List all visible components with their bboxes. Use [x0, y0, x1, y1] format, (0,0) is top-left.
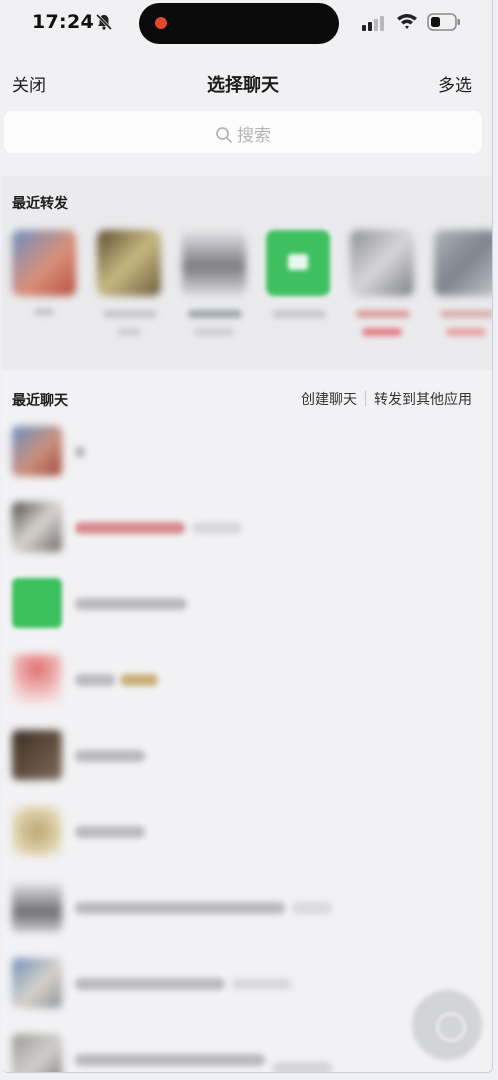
contact-name-blurred: [120, 674, 158, 686]
divider: [365, 391, 366, 407]
list-item[interactable]: [2, 566, 492, 642]
cellular-signal-icon: [362, 16, 384, 31]
recent-chats-section: 最近聊天 创建聊天 转发到其他应用: [2, 372, 492, 1072]
recent-forward-item[interactable]: [264, 230, 334, 360]
contact-name-blurred: [75, 826, 145, 838]
contact-name-blurred: [272, 310, 326, 318]
recording-indicator-icon: [155, 17, 167, 29]
contact-name-blurred: [75, 598, 187, 610]
dynamic-island: [139, 3, 339, 44]
recent-chats-title: 最近聊天: [12, 393, 68, 409]
forward-to-other-apps-link[interactable]: 转发到其他应用: [374, 392, 472, 408]
avatar: [350, 230, 414, 296]
avatar: [434, 230, 492, 296]
contact-name-blurred: [192, 522, 242, 534]
contact-name-blurred: [75, 446, 85, 458]
file-transfer-icon: [288, 254, 308, 270]
recent-forward-item[interactable]: [180, 230, 250, 360]
contact-name-blurred: [75, 978, 225, 990]
avatar: [12, 426, 62, 476]
recent-forward-section: 最近转发: [2, 176, 492, 370]
multi-select-button[interactable]: 多选: [438, 71, 472, 96]
share-sheet-screen: 17:24 关闭 选择聊天 多选 搜索 最近转发 最近聊天 创建聊天 转发到其他…: [2, 0, 493, 1073]
avatar: [12, 806, 62, 856]
avatar: [12, 578, 62, 628]
status-time: 17:24: [32, 11, 94, 33]
list-item[interactable]: [2, 794, 492, 870]
contact-name-blurred: [34, 308, 54, 316]
avatar: [12, 1034, 62, 1072]
floating-button-icon: [436, 1012, 466, 1042]
bell-slash-icon: [95, 13, 113, 31]
chat-header-actions: 创建聊天 转发到其他应用: [301, 389, 472, 409]
avatar: [12, 958, 62, 1008]
battery-icon: [427, 13, 460, 31]
list-item[interactable]: [2, 642, 492, 718]
contact-name-blurred: [356, 310, 410, 318]
contact-name-blurred: [75, 674, 115, 686]
page-title: 选择聊天: [207, 75, 279, 96]
recent-forward-item[interactable]: [95, 230, 165, 360]
recent-forward-title: 最近转发: [12, 196, 68, 212]
contact-name-blurred: [292, 902, 332, 914]
contact-name-blurred: [272, 1062, 332, 1072]
list-item[interactable]: [2, 414, 492, 490]
search-placeholder-wrap: 搜索: [4, 121, 482, 146]
avatar: [12, 882, 62, 932]
list-item[interactable]: [2, 490, 492, 566]
list-item[interactable]: [2, 870, 492, 946]
contact-name-blurred: [75, 1054, 265, 1066]
contact-name-blurred: [440, 310, 492, 318]
list-item[interactable]: [2, 718, 492, 794]
contact-name-blurred: [362, 328, 402, 336]
wifi-icon: [397, 14, 417, 29]
avatar: [12, 730, 62, 780]
search-icon: [216, 127, 232, 143]
search-input[interactable]: 搜索: [4, 111, 482, 153]
contact-name-blurred: [75, 522, 185, 534]
contact-name-blurred: [188, 310, 242, 318]
contact-name-blurred: [194, 328, 234, 336]
avatar: [12, 230, 76, 296]
recent-forward-item[interactable]: [10, 230, 80, 360]
recent-forward-item[interactable]: [348, 230, 418, 360]
contact-name-blurred: [75, 902, 285, 914]
status-bar: 17:24: [2, 0, 492, 48]
avatar: [12, 502, 62, 552]
nav-bar: 关闭 选择聊天 多选: [2, 60, 492, 104]
contact-name-blurred: [232, 978, 292, 990]
avatar: [182, 230, 246, 296]
contact-name-blurred: [446, 328, 486, 336]
contact-name-blurred: [103, 310, 157, 318]
avatar: [97, 230, 161, 296]
contact-name-blurred: [75, 750, 145, 762]
avatar: [12, 654, 62, 704]
contact-name-blurred: [117, 328, 141, 336]
recent-forward-item[interactable]: [432, 230, 492, 360]
search-placeholder: 搜索: [237, 126, 271, 146]
create-chat-link[interactable]: 创建聊天: [301, 392, 357, 408]
